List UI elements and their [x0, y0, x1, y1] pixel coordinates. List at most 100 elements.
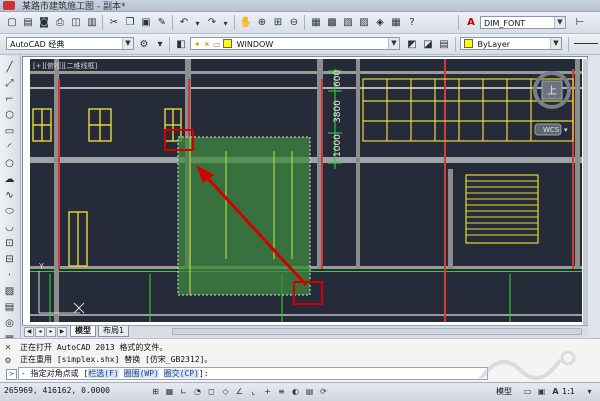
redo-icon[interactable]: ↷	[204, 15, 220, 31]
redo-dropdown-icon[interactable]: ▾	[219, 17, 232, 30]
settings-icon[interactable]: ⚙	[3, 356, 13, 366]
chevron-down-icon[interactable]: ▼	[550, 38, 561, 49]
undo-icon[interactable]: ↶	[176, 15, 192, 31]
point-icon[interactable]: ·	[3, 269, 16, 282]
layer-manager-icon[interactable]: ◧	[173, 37, 189, 53]
viewport-controls[interactable]: [+][俯视][二维线框]	[33, 61, 98, 70]
command-line-icon[interactable]: >	[6, 369, 17, 380]
zoom-icon[interactable]: ⊕	[254, 15, 270, 31]
make-block-icon[interactable]: ⊟	[3, 253, 16, 266]
option-cpolygon[interactable]: 圈交(CP)	[163, 369, 199, 378]
ducs-icon[interactable]: ⌞	[248, 386, 259, 397]
customize-icon[interactable]: ▾	[152, 37, 168, 53]
chevron-down-icon[interactable]: ▼	[388, 38, 399, 49]
ellipse-icon[interactable]: ⬭	[3, 205, 16, 218]
last-tab-icon[interactable]: ▶	[57, 327, 67, 337]
chevron-down-icon[interactable]: ▼	[554, 17, 565, 28]
linetype-combo[interactable]: ByLayer ▼	[460, 37, 562, 50]
line-icon[interactable]: ╱	[3, 61, 16, 74]
match-icon[interactable]: ✎	[154, 15, 170, 31]
grid-axis	[444, 59, 446, 322]
lineweight-preview[interactable]	[574, 43, 598, 44]
hatch-icon[interactable]: ▨	[3, 285, 16, 298]
pan-icon[interactable]: ✋	[238, 15, 254, 31]
dimstyle-combo[interactable]: DIM_FONT ▼	[480, 16, 566, 29]
tab-layout1[interactable]: 布局1	[98, 326, 130, 337]
close-icon[interactable]: ✕	[3, 343, 13, 353]
spline-icon[interactable]: ∿	[3, 189, 16, 202]
wall-line	[30, 314, 582, 316]
chevron-down-icon[interactable]: ▼	[122, 38, 133, 49]
circle-icon[interactable]: ○	[3, 157, 16, 170]
sheet-set-icon[interactable]: ▨	[356, 15, 372, 31]
text-style-icon[interactable]: A	[463, 15, 479, 31]
command-input[interactable]: - 指定对角点或 [栏选(F) 圈围(WP) 圈交(CP)]:	[18, 367, 488, 380]
separator	[455, 37, 456, 52]
preview-icon[interactable]: ◫	[68, 15, 84, 31]
wall-line	[30, 87, 582, 89]
gradient-icon[interactable]: ▤	[3, 301, 16, 314]
arc-icon[interactable]: ◜	[3, 141, 16, 154]
viewcube[interactable]: 上	[533, 71, 571, 109]
zoom-prev-icon[interactable]: ⊖	[286, 15, 302, 31]
tool-palette-icon[interactable]: ▧	[340, 15, 356, 31]
dyn-icon[interactable]: +	[262, 386, 273, 397]
option-wpolygon[interactable]: 圈围(WP)	[123, 369, 159, 378]
undo-dropdown-icon[interactable]: ▾	[191, 17, 204, 30]
zoom-window-icon[interactable]: ⊞	[270, 15, 286, 31]
revcloud-icon[interactable]: ☁	[3, 173, 16, 186]
lineweight-icon[interactable]: ≡	[276, 386, 287, 397]
layer-previous-icon[interactable]: ◪	[420, 37, 436, 53]
region-icon[interactable]: ◎	[3, 317, 16, 330]
ortho-icon[interactable]: ∟	[178, 386, 189, 397]
new-icon[interactable]: ▢	[4, 15, 20, 31]
copy-icon[interactable]: ❐	[122, 15, 138, 31]
first-tab-icon[interactable]: ◀	[24, 327, 34, 337]
workspace-combo[interactable]: AutoCAD 经典 ▼	[6, 37, 134, 50]
insert-block-icon[interactable]: ⊡	[3, 237, 16, 250]
layer-state-icon[interactable]: ▤	[436, 37, 452, 53]
properties-icon[interactable]: ▦	[308, 15, 324, 31]
option-fence[interactable]: 栏选(F)	[88, 369, 119, 378]
polygon-icon[interactable]: ⬡	[3, 109, 16, 122]
selection-cycling-icon[interactable]: ⟳	[318, 386, 329, 397]
grid-icon[interactable]: ▦	[164, 386, 175, 397]
save-icon[interactable]: ◙	[36, 15, 52, 31]
3d-osnap-icon[interactable]: ◇	[220, 386, 231, 397]
cut-icon[interactable]: ✂	[106, 15, 122, 31]
model-space-canvas[interactable]: 600 3800 1000 上 WCS ▾ Y [+][俯视][二维线框]	[30, 59, 582, 322]
sun-icon: ☀	[203, 40, 211, 49]
otrack-icon[interactable]: ∠	[234, 386, 245, 397]
quick-properties-icon[interactable]: ▤	[304, 386, 315, 397]
coordinate-readout[interactable]: 265969, 416162, 0.0000	[4, 386, 110, 395]
workspace-settings-icon[interactable]: ⚙	[136, 37, 152, 53]
wcs-menu[interactable]: WCS ▾	[534, 123, 568, 136]
rectangle-icon[interactable]: ▭	[3, 125, 16, 138]
vertical-scrollbar[interactable]	[583, 59, 588, 325]
prev-tab-icon[interactable]: ◂	[35, 327, 45, 337]
title-bar: 某路市建筑施工图 - 副本*	[0, 0, 600, 12]
next-tab-icon[interactable]: ▸	[46, 327, 56, 337]
snap-icon[interactable]: ⊞	[150, 386, 161, 397]
transparency-icon[interactable]: ◐	[290, 386, 301, 397]
osnap-icon[interactable]: ◻	[206, 386, 217, 397]
polyline-icon[interactable]: ⌐	[3, 93, 16, 106]
markup-icon[interactable]: ◈	[372, 15, 388, 31]
design-center-icon[interactable]: ▩	[324, 15, 340, 31]
calc-icon[interactable]: ▦	[388, 15, 404, 31]
make-current-icon[interactable]: ◩	[404, 37, 420, 53]
plot-icon[interactable]: ⎙	[52, 15, 68, 31]
app-icon[interactable]	[3, 1, 15, 10]
help-icon[interactable]: ?	[404, 15, 420, 31]
dim-style-icon[interactable]: ⊢	[572, 15, 588, 31]
tab-model[interactable]: 模型	[70, 326, 96, 337]
ellipse-arc-icon[interactable]: ◡	[3, 221, 16, 234]
paste-icon[interactable]: ▣	[138, 15, 154, 31]
polar-icon[interactable]: ◔	[192, 386, 203, 397]
open-icon[interactable]: ▤	[20, 15, 36, 31]
horizontal-scrollbar[interactable]	[172, 328, 582, 335]
layer-combo[interactable]: ✦ ☀ ▭ WINDOW ▼	[190, 37, 400, 50]
ucs-icon	[38, 271, 85, 314]
construction-line-icon[interactable]: ⤢	[3, 77, 16, 90]
publish-icon[interactable]: ▥	[84, 15, 100, 31]
